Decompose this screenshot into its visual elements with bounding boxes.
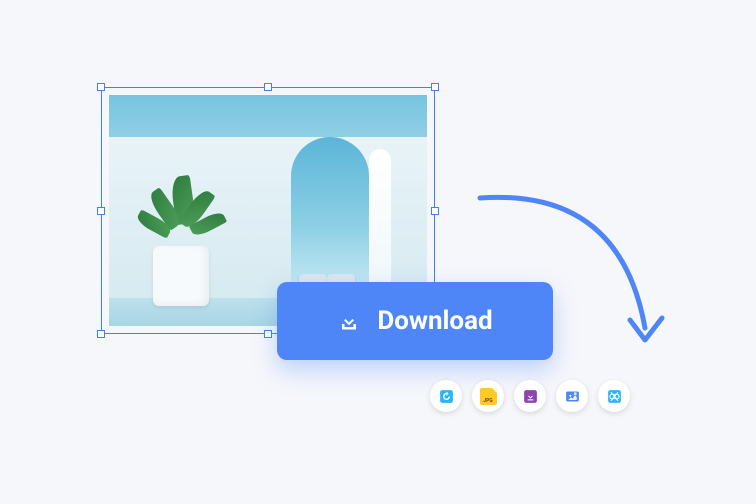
download-button-label: Download <box>377 306 492 336</box>
resize-handle-tl[interactable] <box>97 83 105 91</box>
resize-handle-ml[interactable] <box>97 207 105 215</box>
jpg-icon: JPG <box>480 388 497 405</box>
action-toolbar: JPG <box>430 380 630 412</box>
rotate-icon <box>438 388 455 405</box>
rotate-button[interactable] <box>430 380 462 412</box>
resize-handle-bm[interactable] <box>264 330 272 338</box>
resize-handle-tr[interactable] <box>431 83 439 91</box>
download-button[interactable]: Download <box>277 282 553 360</box>
jpg-convert-button[interactable]: JPG <box>472 380 504 412</box>
download-icon <box>337 309 361 333</box>
resize-handle-mr[interactable] <box>431 207 439 215</box>
resize-button[interactable] <box>556 380 588 412</box>
resize-icon <box>564 388 581 405</box>
crop-icon <box>606 388 623 405</box>
resize-handle-bl[interactable] <box>97 330 105 338</box>
file-download-icon <box>522 388 539 405</box>
crop-button[interactable] <box>598 380 630 412</box>
resize-handle-tm[interactable] <box>264 83 272 91</box>
download-file-button[interactable] <box>514 380 546 412</box>
